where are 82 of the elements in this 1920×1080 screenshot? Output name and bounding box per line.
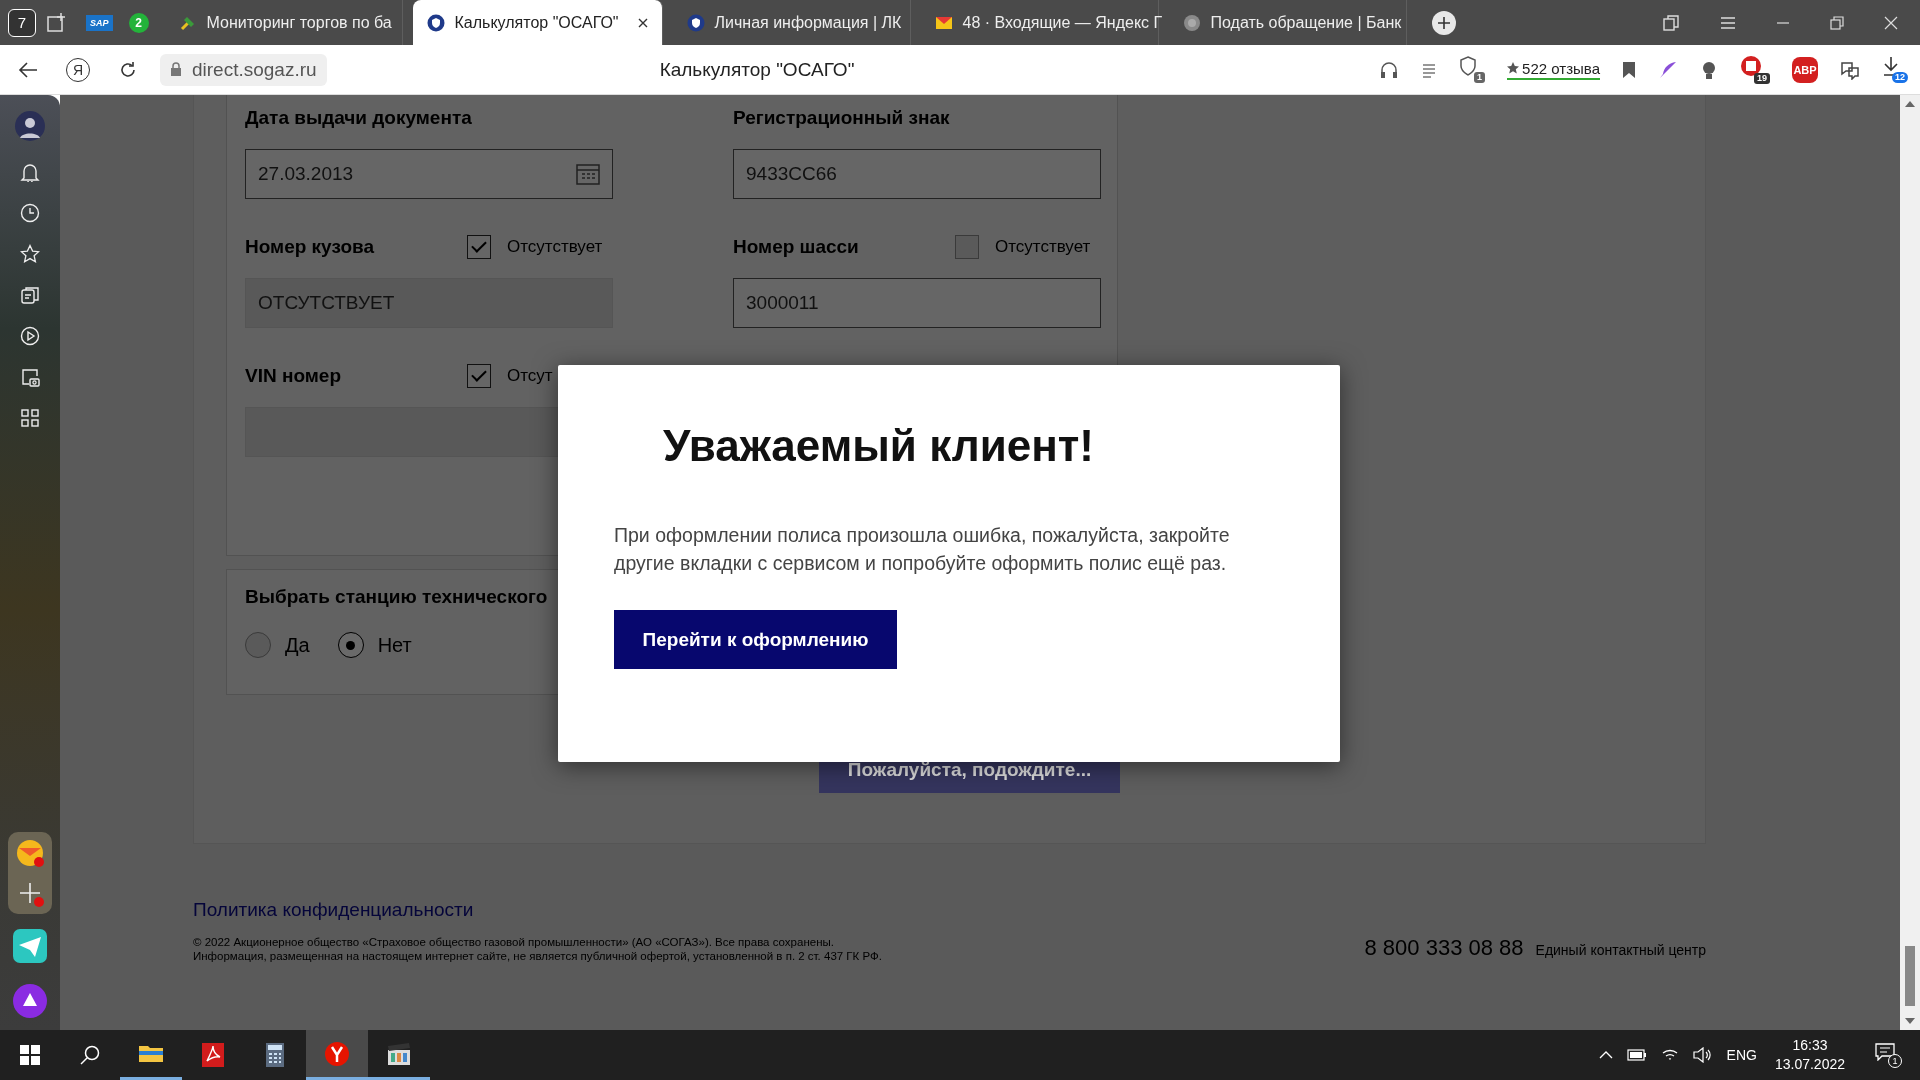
reload-icon[interactable] (118, 59, 138, 80)
notifications-button[interactable]: 1 (1875, 1042, 1902, 1068)
start-icon[interactable] (20, 1045, 40, 1065)
clock-time[interactable]: 16:33 (1792, 1036, 1828, 1055)
message-icon (1875, 1042, 1895, 1061)
star-icon[interactable] (20, 244, 40, 264)
caret-icon[interactable] (1598, 1051, 1613, 1059)
radio-button[interactable] (337, 632, 364, 658)
new-tab-icon[interactable] (46, 11, 68, 34)
phone-number: 8 800 333 08 88 (1364, 935, 1524, 961)
battery-icon[interactable] (1626, 1049, 1647, 1061)
dialog-title: Уважаемый клиент! (663, 421, 1094, 471)
headphones-icon[interactable] (1379, 60, 1400, 79)
browser-app-icon (324, 1040, 350, 1067)
field-label: VIN номер (245, 365, 341, 387)
clock-date[interactable]: 13.07.2022 (1774, 1055, 1845, 1074)
radio-button[interactable] (245, 632, 271, 658)
restore-icon[interactable] (1830, 15, 1844, 30)
scroll-down-icon[interactable] (1905, 1018, 1915, 1024)
proceed-button[interactable]: Перейти к оформлению (614, 610, 897, 669)
site-icon (1182, 13, 1201, 32)
section-label: Выбрать станцию технического (245, 586, 549, 608)
site-icon (686, 13, 705, 32)
messenger-icon[interactable] (13, 929, 47, 963)
screenshot-icon[interactable] (20, 367, 40, 387)
feather-icon[interactable] (1658, 59, 1678, 80)
close-icon[interactable] (637, 17, 648, 28)
field-label: Дата выдачи документа (245, 107, 472, 129)
scroll-thumb[interactable] (1905, 946, 1915, 1006)
dialog-message: При оформлении полиса произошла ошибка, пожалуйста, закройте другие вкладки с сервисом и попробуйте оформить полис ещё раз. (614, 523, 1231, 576)
download-icon (1882, 56, 1900, 76)
document-icon (200, 1042, 226, 1068)
downloads-button[interactable]: 12 (1882, 56, 1908, 83)
assistant-icon[interactable] (13, 984, 47, 1018)
tab-counter[interactable]: 7 (8, 8, 36, 37)
volume-icon[interactable] (1692, 1047, 1713, 1063)
bulb-icon[interactable] (1700, 59, 1718, 80)
stop-icon (1740, 55, 1762, 77)
browser-tab[interactable]: Калькулятор "ОСАГО" (412, 0, 663, 45)
checkbox-label: Отсутствует (995, 237, 1091, 257)
radio-label: Да (285, 633, 310, 657)
reader-icon[interactable] (1421, 61, 1438, 78)
bookmark-icon[interactable] (1622, 60, 1636, 79)
radio-label: Нет (377, 633, 412, 657)
wifi-icon[interactable] (1660, 1047, 1679, 1063)
copyright-text: © 2022 Акционерное общество «Страховое общество газовой промышленности» (АО «СОГАЗ»). Все права сохранены. (193, 935, 835, 949)
new-tab-icon[interactable] (1430, 9, 1457, 36)
scroll-up-icon[interactable] (1905, 101, 1915, 107)
language-indicator[interactable]: ENG (1726, 1047, 1757, 1063)
copyright-text: Информация, размещенная на настоящем интернет сайте, не является публичной офертой, установленной в п. 2 ст. 437 ГК РФ. (193, 949, 882, 963)
shield-icon (1459, 56, 1478, 76)
adblock-button[interactable]: ABP (1792, 56, 1818, 83)
play-icon[interactable] (20, 326, 40, 346)
star-icon (1507, 62, 1520, 74)
page-title: Калькулятор "ОСАГО" (659, 58, 855, 81)
site-icon (426, 13, 445, 32)
tab-list-icon[interactable] (1662, 13, 1680, 32)
translate-icon[interactable] (1840, 59, 1860, 80)
back-icon[interactable] (18, 60, 38, 79)
mail-icon[interactable] (15, 838, 45, 868)
clock-icon[interactable] (20, 203, 40, 223)
phone-caption: Единый контактный центр (1535, 942, 1706, 958)
collections-icon[interactable] (20, 285, 40, 305)
pinned-tab[interactable]: SAP (86, 14, 113, 31)
clapperboard-icon (386, 1040, 412, 1067)
search-icon[interactable] (80, 1045, 100, 1065)
lock-icon (170, 62, 182, 77)
checkbox-label: Отсутствует (507, 237, 603, 257)
bell-icon[interactable] (20, 162, 40, 182)
address-bar[interactable]: direct.sogaz.ru (160, 53, 327, 86)
avatar-icon[interactable] (15, 111, 45, 141)
checkbox-label: Отсут (507, 366, 553, 386)
extension-button[interactable]: 19 (1740, 55, 1770, 84)
protect-button[interactable]: 1 (1459, 56, 1486, 83)
menu-icon[interactable] (1720, 15, 1736, 30)
checkbox[interactable] (955, 235, 979, 259)
scrollbar[interactable] (1900, 95, 1920, 1030)
field-label: Номер шасси (733, 236, 859, 258)
field-label: Регистрационный знак (733, 107, 950, 129)
reviews-link[interactable]: 522 отзыва (1507, 59, 1600, 80)
apps-icon[interactable] (20, 408, 40, 428)
field-label: Номер кузова (245, 236, 374, 258)
